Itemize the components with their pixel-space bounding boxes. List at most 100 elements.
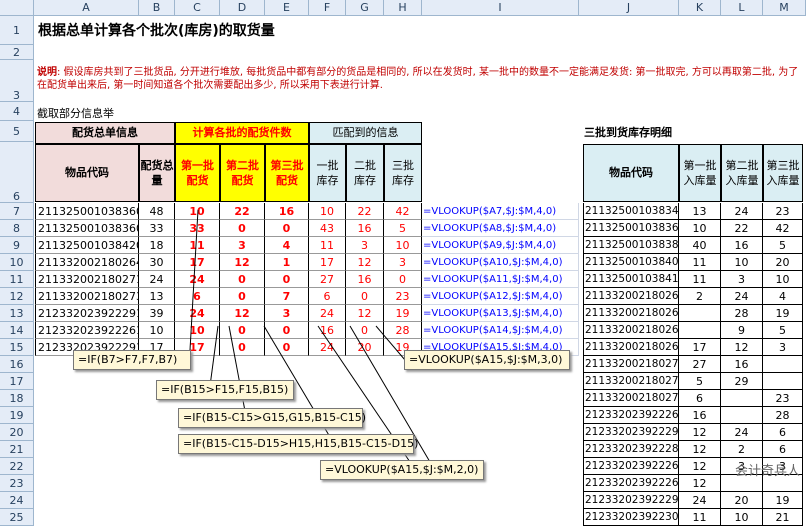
cell-batch3-qty[interactable]: 3 (265, 305, 309, 322)
cell-batch1-stock[interactable]: 6 (309, 288, 346, 305)
stock-cell-batch3[interactable]: 23 (763, 203, 803, 220)
column-header-e[interactable]: E (265, 0, 309, 16)
cell-batch2-qty[interactable]: 0 (220, 339, 265, 356)
spreadsheet[interactable]: ABCDEFGHIJKLM 1 2 3 4 5 6 7 8 9 10 11 12 13 14 15 16 17 1… (0, 0, 806, 526)
row-header-3[interactable]: 3 (0, 60, 34, 102)
header-batch3-stock[interactable]: 三批库存 (384, 144, 422, 202)
cell-batch2-stock[interactable]: 16 (346, 220, 384, 237)
row-header-15[interactable]: 15 (0, 339, 34, 356)
stock-cell-batch3[interactable]: 5 (763, 237, 803, 254)
cell-batch3-qty[interactable]: 4 (265, 237, 309, 254)
stock-cell-item-code[interactable]: 211325001038380 (583, 237, 679, 254)
cell-item-code[interactable]: 211325001038360 (35, 203, 139, 220)
stock-cell-item-code[interactable]: 211332002180264 (583, 339, 679, 356)
column-header-f[interactable]: F (309, 0, 346, 16)
stock-cell-item-code[interactable]: 211332002180262 (583, 305, 679, 322)
header-batch2-stock[interactable]: 二批库存 (346, 144, 384, 202)
cell-batch2-stock[interactable]: 12 (346, 254, 384, 271)
cell-batch3-stock[interactable]: 23 (384, 288, 422, 305)
row-header-23[interactable]: 23 (0, 475, 34, 492)
note-text[interactable]: 说明: 假设库房共到了三批货品, 分开进行堆放, 每批货品中都有部分的货品是相同… (37, 66, 803, 100)
cell-batch1-qty[interactable]: 24 (175, 271, 220, 288)
cell-batch1-qty[interactable]: 11 (175, 237, 220, 254)
stock-cell-batch1[interactable]: 12 (679, 475, 721, 492)
cell-item-code[interactable]: 211332002180273 (35, 288, 139, 305)
row-header-18[interactable]: 18 (0, 390, 34, 407)
stock-cell-batch2[interactable]: 29 (721, 373, 763, 390)
stock-cell-batch3[interactable]: 19 (763, 492, 803, 509)
stock-table-title[interactable]: 三批到货库存明细 (584, 122, 694, 144)
stock-cell-item-code[interactable]: 212332023922281 (583, 441, 679, 458)
column-header-g[interactable]: G (346, 0, 384, 16)
cell-batch1-stock[interactable]: 16 (309, 322, 346, 339)
cell-batch1-qty[interactable]: 10 (175, 203, 220, 220)
stock-cell-batch3[interactable]: 23 (763, 390, 803, 407)
header-item-code[interactable]: 物品代码 (35, 144, 139, 202)
row-header-21[interactable]: 21 (0, 441, 34, 458)
stock-cell-batch1[interactable]: 27 (679, 356, 721, 373)
stock-cell-batch2[interactable]: 16 (721, 356, 763, 373)
stock-cell-item-code[interactable]: 211332002180273 (583, 390, 679, 407)
cell-batch1-stock[interactable]: 11 (309, 237, 346, 254)
row-header-20[interactable]: 20 (0, 424, 34, 441)
row-header-17[interactable]: 17 (0, 373, 34, 390)
cell-batch3-qty[interactable]: 16 (265, 203, 309, 220)
stock-cell-batch3[interactable]: 10 (763, 271, 803, 288)
cell-item-code[interactable]: 211325001038360 (35, 220, 139, 237)
cell-total-qty[interactable]: 24 (139, 271, 175, 288)
cell-batch1-stock[interactable]: 24 (309, 305, 346, 322)
header-batch2-picking[interactable]: 第二批配货 (220, 144, 265, 202)
cell-batch2-qty[interactable]: 0 (220, 271, 265, 288)
stock-cell-batch2[interactable]: 12 (721, 339, 763, 356)
stock-cell-batch2[interactable] (721, 407, 763, 424)
row-header-16[interactable]: 16 (0, 356, 34, 373)
cell-batch1-qty[interactable]: 24 (175, 305, 220, 322)
cell-batch1-stock[interactable]: 27 (309, 271, 346, 288)
stock-cell-batch2[interactable]: 10 (721, 254, 763, 271)
stock-cell-batch1[interactable]: 11 (679, 509, 721, 526)
cell-batch3-qty[interactable]: 0 (265, 271, 309, 288)
cell-total-qty[interactable]: 30 (139, 254, 175, 271)
stock-cell-batch2[interactable]: 24 (721, 424, 763, 441)
cell-batch3-stock[interactable]: 42 (384, 203, 422, 220)
stock-cell-batch2[interactable]: 20 (721, 492, 763, 509)
group-matched-info[interactable]: 匹配到的信息 (309, 122, 422, 144)
row4-label[interactable]: 截取部分信息举 (37, 105, 177, 122)
cell-batch2-qty[interactable]: 12 (220, 254, 265, 271)
stock-cell-batch2[interactable]: 28 (721, 305, 763, 322)
cell-batch3-stock[interactable]: 19 (384, 305, 422, 322)
cell-batch1-qty[interactable]: 33 (175, 220, 220, 237)
stock-cell-batch1[interactable]: 11 (679, 254, 721, 271)
cell-batch3-stock[interactable]: 28 (384, 322, 422, 339)
cell-total-qty[interactable]: 48 (139, 203, 175, 220)
stock-header-batch1-in[interactable]: 第一批入库量 (679, 144, 721, 202)
stock-cell-batch2[interactable] (721, 390, 763, 407)
cell-total-qty[interactable]: 10 (139, 322, 175, 339)
stock-cell-item-code[interactable]: 212332023922291 (583, 492, 679, 509)
cell-batch3-stock[interactable]: 3 (384, 254, 422, 271)
callout-formula-g15[interactable]: =VLOOKUP($A15,$J:$M,3,0) (404, 350, 570, 370)
stock-cell-item-code[interactable]: 212332023922301 (583, 509, 679, 526)
callout-formula-d15[interactable]: =IF(B15-C15>G15,G15,B15-C15) (178, 408, 366, 428)
row-header-22[interactable]: 22 (0, 458, 34, 475)
stock-cell-batch2[interactable]: 16 (721, 237, 763, 254)
stock-header-batch2-in[interactable]: 第二批入库量 (721, 144, 763, 202)
row-header-9[interactable]: 9 (0, 237, 34, 254)
stock-cell-item-code[interactable]: 211325001038400 (583, 254, 679, 271)
header-batch3-picking[interactable]: 第三批配货 (265, 144, 309, 202)
stock-cell-batch3[interactable]: 20 (763, 254, 803, 271)
stock-cell-batch1[interactable]: 5 (679, 373, 721, 390)
column-header-a[interactable]: A (34, 0, 139, 16)
stock-cell-batch1[interactable]: 12 (679, 441, 721, 458)
stock-cell-batch1[interactable]: 24 (679, 492, 721, 509)
stock-cell-batch1[interactable]: 11 (679, 271, 721, 288)
column-header-m[interactable]: M (763, 0, 806, 16)
stock-cell-batch1[interactable]: 12 (679, 424, 721, 441)
stock-cell-item-code[interactable]: 211325001038340 (583, 203, 679, 220)
stock-cell-batch3[interactable]: 3 (763, 339, 803, 356)
stock-cell-batch3[interactable]: 6 (763, 441, 803, 458)
stock-cell-batch3[interactable]: 21 (763, 509, 803, 526)
select-all-corner[interactable] (0, 0, 34, 16)
stock-cell-batch3[interactable]: 42 (763, 220, 803, 237)
cell-batch3-stock[interactable]: 5 (384, 220, 422, 237)
